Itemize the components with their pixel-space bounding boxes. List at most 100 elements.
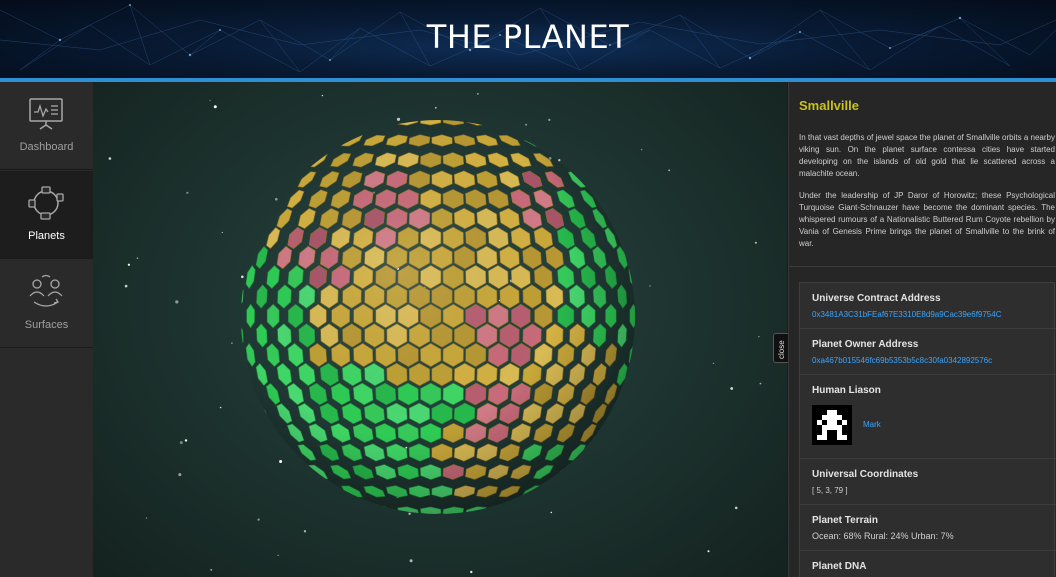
surface-tile[interactable]: [545, 284, 564, 309]
surface-tile[interactable]: [364, 284, 385, 309]
surface-tile[interactable]: [374, 116, 397, 126]
surface-tile[interactable]: [442, 343, 464, 367]
surface-tile[interactable]: [397, 422, 419, 444]
surface-tile[interactable]: [453, 362, 476, 387]
surface-tile[interactable]: [256, 323, 268, 348]
surface-tile[interactable]: [420, 464, 442, 480]
surface-tile[interactable]: [465, 382, 487, 406]
surface-tile[interactable]: [522, 284, 542, 309]
surface-tile[interactable]: [465, 343, 487, 367]
surface-tile[interactable]: [408, 443, 431, 462]
surface-tile[interactable]: [499, 323, 520, 348]
surface-tile[interactable]: [603, 189, 619, 209]
surface-tile[interactable]: [277, 284, 292, 309]
surface-tile[interactable]: [431, 485, 453, 498]
planet-surface[interactable]: [225, 116, 649, 516]
surface-tile[interactable]: [465, 303, 487, 329]
surface-tile[interactable]: [499, 402, 520, 425]
surface-tile[interactable]: [555, 464, 576, 480]
surface-tile[interactable]: [522, 402, 543, 425]
surface-tile[interactable]: [510, 464, 532, 480]
surface-tile[interactable]: [386, 443, 408, 462]
surface-tile[interactable]: [286, 189, 305, 209]
surface-tile[interactable]: [567, 444, 587, 461]
surface-tile[interactable]: [615, 403, 630, 424]
surface-tile[interactable]: [374, 464, 397, 480]
surface-tile[interactable]: [465, 422, 487, 444]
surface-tile[interactable]: [308, 226, 328, 250]
surface-tile[interactable]: [353, 303, 374, 329]
surface-tile[interactable]: [408, 134, 431, 147]
surface-tile[interactable]: [375, 189, 397, 209]
sidebar-item-planets[interactable]: Planets: [0, 171, 93, 259]
close-panel-tab[interactable]: close: [773, 333, 788, 363]
surface-tile[interactable]: [309, 343, 328, 367]
surface-tile[interactable]: [510, 226, 531, 250]
surface-tile[interactable]: [431, 443, 453, 462]
surface-tile[interactable]: [442, 189, 464, 209]
surface-tile[interactable]: [276, 245, 293, 270]
surface-tile[interactable]: [453, 170, 476, 189]
surface-tile[interactable]: [408, 402, 431, 425]
surface-tile[interactable]: [397, 226, 419, 250]
surface-tile[interactable]: [363, 170, 386, 189]
surface-tile[interactable]: [297, 171, 317, 188]
surface-tile[interactable]: [476, 443, 498, 462]
surface-tile[interactable]: [386, 207, 408, 230]
surface-tile[interactable]: [308, 423, 328, 443]
surface-tile[interactable]: [287, 226, 305, 250]
surface-tile[interactable]: [288, 303, 304, 329]
surface-tile[interactable]: [397, 343, 419, 367]
surface-tile[interactable]: [629, 303, 637, 329]
surface-tile[interactable]: [275, 443, 294, 462]
surface-tile[interactable]: [277, 323, 292, 348]
surface-tile[interactable]: [498, 485, 521, 498]
surface-tile[interactable]: [245, 264, 256, 290]
surface-tile[interactable]: [476, 362, 498, 387]
surface-tile[interactable]: [641, 324, 649, 347]
surface-tile[interactable]: [352, 189, 374, 209]
surface-tile[interactable]: [522, 323, 542, 348]
surface-tile[interactable]: [397, 152, 420, 168]
surface-tile[interactable]: [319, 245, 339, 270]
surface-tile[interactable]: [568, 403, 586, 424]
surface-tile[interactable]: [498, 443, 521, 462]
surface-tile[interactable]: [265, 382, 281, 406]
surface-tile[interactable]: [308, 189, 328, 209]
surface-tile[interactable]: [330, 464, 352, 480]
surface-tile[interactable]: [408, 245, 431, 270]
surface-tile[interactable]: [408, 284, 431, 309]
surface-tile[interactable]: [510, 423, 532, 443]
surface-tile[interactable]: [353, 265, 374, 289]
surface-tile[interactable]: [453, 245, 476, 270]
surface-tile[interactable]: [557, 303, 575, 329]
surface-tile[interactable]: [374, 506, 397, 515]
surface-tile[interactable]: [352, 423, 374, 443]
surface-tile[interactable]: [352, 226, 374, 250]
surface-tile[interactable]: [420, 422, 442, 444]
surface-tile[interactable]: [464, 152, 487, 168]
surface-tile[interactable]: [341, 402, 363, 425]
surface-tile[interactable]: [330, 189, 351, 209]
surface-tile[interactable]: [556, 226, 575, 250]
surface-tile[interactable]: [276, 362, 293, 387]
surface-tile[interactable]: [617, 323, 628, 348]
surface-tile[interactable]: [341, 245, 362, 270]
surface-tile[interactable]: [499, 207, 520, 230]
surface-tile[interactable]: [532, 464, 554, 480]
surface-tile[interactable]: [297, 444, 317, 461]
surface-tile[interactable]: [580, 382, 597, 406]
surface-tile[interactable]: [510, 343, 531, 367]
surface-tile[interactable]: [420, 189, 442, 209]
surface-tile[interactable]: [487, 382, 509, 406]
surface-tile[interactable]: [363, 134, 386, 147]
surface-tile[interactable]: [521, 134, 543, 147]
surface-tile[interactable]: [319, 207, 340, 230]
surface-tile[interactable]: [352, 464, 374, 480]
surface-tile[interactable]: [605, 303, 617, 329]
surface-tile[interactable]: [397, 506, 420, 516]
surface-tile[interactable]: [363, 207, 385, 230]
surface-tile[interactable]: [464, 117, 487, 126]
surface-tile[interactable]: [331, 265, 351, 289]
surface-tile[interactable]: [454, 323, 476, 348]
